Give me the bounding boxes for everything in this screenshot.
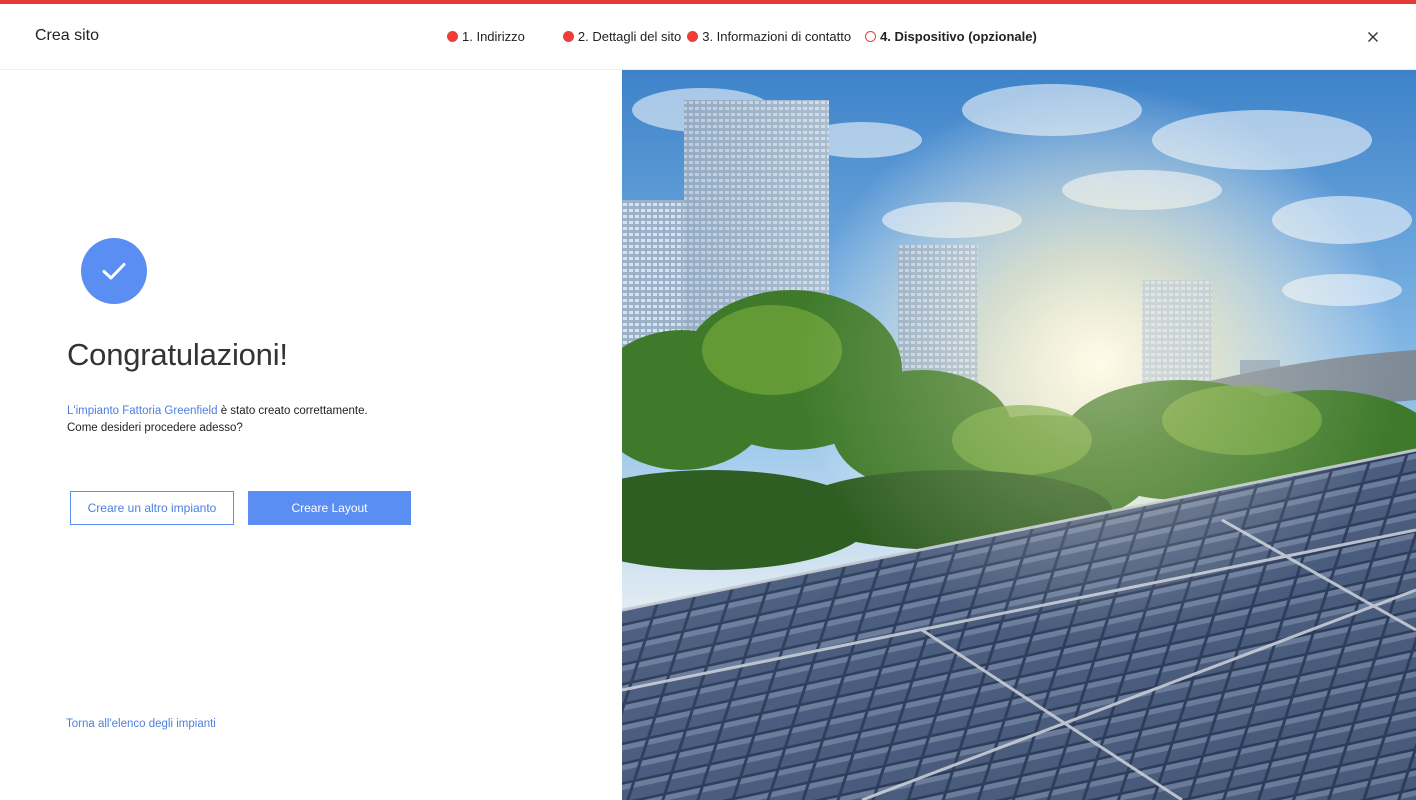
close-button[interactable] [1362, 26, 1384, 48]
hero-image-solar-city [622, 70, 1416, 800]
step-indirizzo[interactable]: 1. Indirizzo [447, 29, 525, 44]
page-title: Crea sito [35, 27, 100, 44]
check-circle-icon [81, 238, 147, 304]
create-another-site-button[interactable]: Creare un altro impianto [70, 491, 234, 525]
step-dettagli-sito[interactable]: 2. Dettagli del sito [562, 29, 682, 44]
success-headline: Congratulazioni! [67, 337, 288, 372]
step-complete-dot-icon [687, 31, 699, 42]
back-to-site-list-link[interactable]: Torna all'elenco degli impianti [66, 718, 216, 730]
step-label: 4. Dispositivo (opzionale) [880, 29, 1037, 44]
step-complete-dot-icon [562, 31, 574, 42]
create-layout-button[interactable]: Creare Layout [248, 491, 411, 525]
success-panel: Congratulazioni! L'impianto Fattoria Gre… [0, 70, 622, 800]
step-label: 3. Informazioni di contatto [702, 29, 852, 44]
site-name-link[interactable]: L'impianto Fattoria Greenfield [67, 405, 218, 417]
step-complete-dot-icon [447, 31, 458, 42]
close-icon [1368, 32, 1378, 42]
step-dispositivo[interactable]: 4. Dispositivo (opzionale) [865, 29, 1037, 44]
success-message: L'impianto Fattoria Greenfield è stato c… [67, 403, 368, 437]
wizard-steps: 1. Indirizzo 2. Dettagli del sito 3. Inf… [447, 29, 1037, 44]
step-label: 1. Indirizzo [462, 29, 525, 44]
step-current-ring-icon [865, 31, 877, 42]
wizard-header: Crea sito 1. Indirizzo 2. Dettagli del s… [0, 4, 1416, 70]
step-label: 2. Dettagli del sito [577, 29, 682, 44]
success-message-text: è stato creato correttamente. [217, 405, 368, 417]
step-informazioni-contatto[interactable]: 3. Informazioni di contatto [687, 29, 851, 44]
next-step-question: Come desideri procedere adesso? [67, 422, 243, 434]
